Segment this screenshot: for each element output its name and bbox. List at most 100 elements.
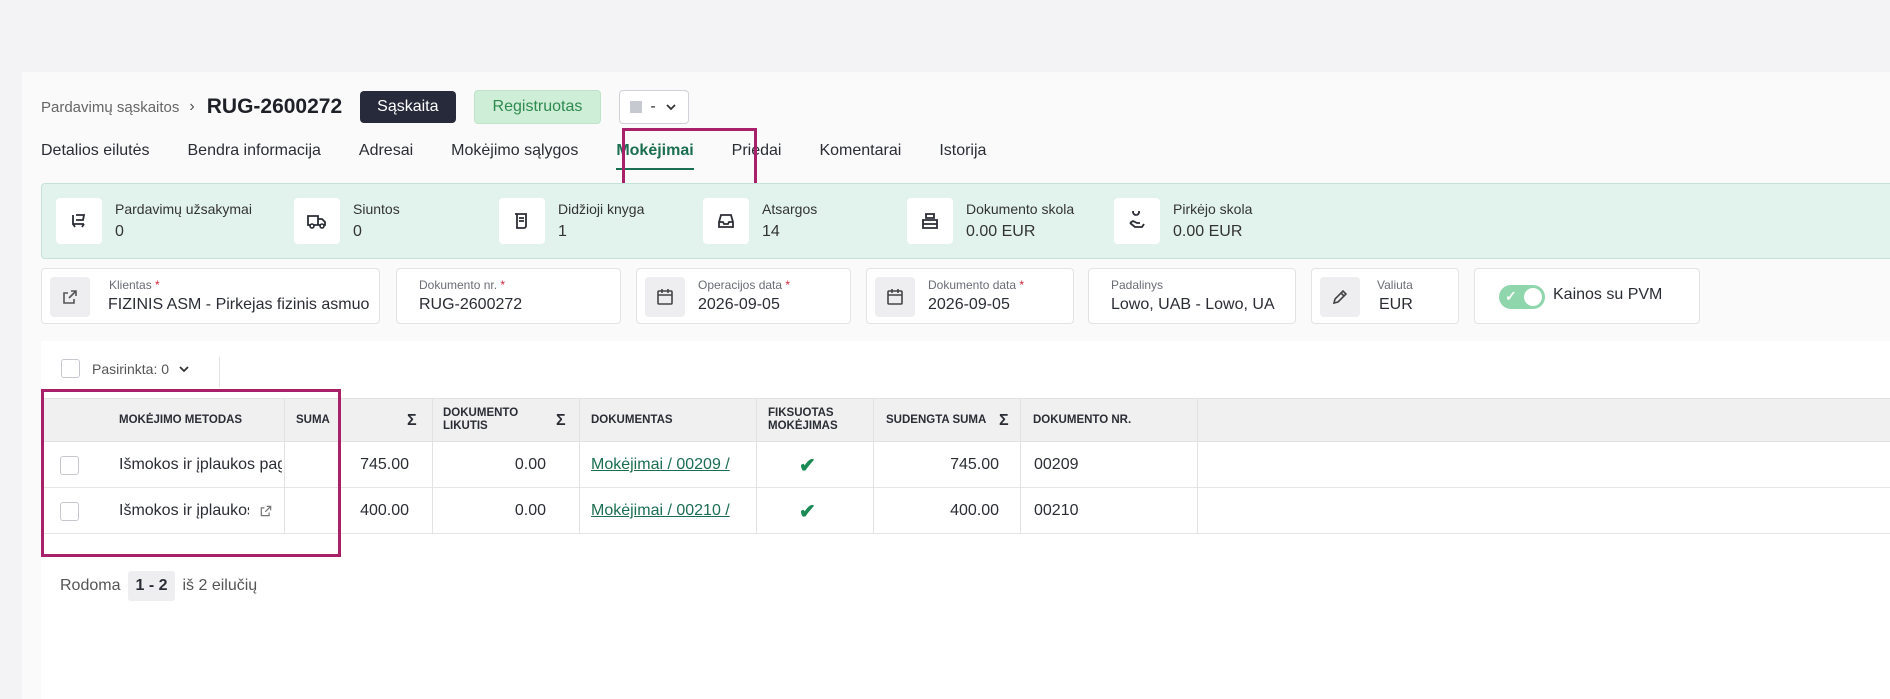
division-label: Padalinys bbox=[1111, 278, 1164, 292]
status-badge: Registruotas bbox=[473, 90, 602, 124]
col-header-fixed[interactable]: FIKSUOTAS MOKĖJIMAS bbox=[768, 399, 858, 441]
document-number-label: Dokumento nr. * bbox=[419, 278, 506, 292]
check-icon: ✔ bbox=[799, 454, 816, 477]
calendar-icon[interactable] bbox=[645, 277, 685, 317]
tab-history[interactable]: Istorija bbox=[939, 136, 986, 170]
stat-label: Didžioji knyga bbox=[558, 201, 645, 217]
stat-general-ledger[interactable]: Didžioji knyga 1 bbox=[499, 198, 644, 244]
cell-suma: 400.00 bbox=[360, 502, 409, 519]
stat-document-debt[interactable]: Dokumento skola 0.00 EUR bbox=[907, 198, 1074, 244]
tab-detail-lines[interactable]: Detalios eilutės bbox=[41, 136, 150, 170]
pagination-info: Rodoma 1 - 2 iš 2 eilučių bbox=[60, 571, 257, 601]
stat-label: Pirkėjo skola bbox=[1173, 201, 1253, 217]
chevron-right-icon: › bbox=[189, 98, 195, 115]
division-field[interactable]: Padalinys Lowo, UAB - Lowo, UAB bbox=[1088, 268, 1296, 324]
calendar-icon[interactable] bbox=[875, 277, 915, 317]
page-title: RUG-2600272 bbox=[206, 95, 343, 118]
cell-doc-no: 00210 bbox=[1034, 502, 1079, 519]
toggle-knob bbox=[1524, 288, 1542, 306]
column-divider bbox=[1020, 398, 1021, 534]
cash-register-icon bbox=[907, 198, 953, 244]
chevron-down-icon bbox=[666, 104, 676, 111]
column-divider bbox=[756, 398, 757, 534]
check-icon: ✓ bbox=[1505, 288, 1517, 304]
column-divider bbox=[432, 398, 433, 534]
stat-sales-orders[interactable]: Pardavimų užsakymai 0 bbox=[56, 198, 252, 244]
selection-control[interactable]: Pasirinkta: 0 bbox=[61, 359, 191, 378]
ledger-icon bbox=[499, 198, 545, 244]
client-label: Klientas * bbox=[109, 278, 160, 292]
stat-label: Pardavimų užsakymai bbox=[115, 201, 252, 217]
cell-remainder: 0.00 bbox=[514, 502, 546, 519]
currency-value[interactable]: EUR bbox=[1379, 296, 1413, 314]
tab-bar: Detalios eilutės Bendra informacija Adre… bbox=[41, 136, 1024, 170]
cell-remainder: 0.00 bbox=[514, 456, 546, 473]
stat-buyer-debt[interactable]: Pirkėjo skola 0.00 EUR bbox=[1114, 198, 1252, 244]
selected-count: Pasirinkta: 0 bbox=[92, 360, 170, 377]
client-value[interactable]: FIZINIS ASM - Pirkejas fizinis asmuo bbox=[108, 296, 370, 314]
cart-icon bbox=[56, 198, 102, 244]
pager-suffix: iš 2 eilučių bbox=[182, 577, 258, 594]
highlight-box-tab bbox=[622, 128, 757, 186]
breadcrumb[interactable]: Pardavimų sąskaitos bbox=[41, 99, 179, 116]
document-number-value[interactable]: RUG-2600272 bbox=[419, 296, 522, 314]
document-date-value[interactable]: 2026-09-05 bbox=[928, 296, 1010, 314]
column-divider bbox=[873, 398, 874, 534]
tab-payment-terms[interactable]: Mokėjimo sąlygos bbox=[451, 136, 578, 170]
sum-icon[interactable]: Σ bbox=[999, 399, 1009, 441]
col-header-document[interactable]: DOKUMENTAS bbox=[591, 399, 673, 441]
stat-value: 0.00 EUR bbox=[966, 223, 1036, 240]
header: Pardavimų sąskaitos › RUG-2600272 Sąskai… bbox=[41, 90, 689, 124]
division-value[interactable]: Lowo, UAB - Lowo, UAB bbox=[1111, 296, 1275, 314]
col-header-remainder[interactable]: DOKUMENTO LIKUTIS bbox=[443, 399, 533, 441]
stat-value: 0.00 EUR bbox=[1173, 223, 1243, 240]
column-divider bbox=[1197, 398, 1198, 534]
cell-document-link[interactable]: Mokėjimai / 00209 / bbox=[591, 442, 757, 488]
status-select[interactable]: - bbox=[619, 90, 689, 124]
stat-shipments[interactable]: Siuntos 0 bbox=[294, 198, 400, 244]
document-type-badge: Sąskaita bbox=[360, 91, 456, 123]
external-link-icon[interactable] bbox=[50, 277, 90, 317]
stat-label: Atsargos bbox=[762, 201, 818, 217]
tab-general-info[interactable]: Bendra informacija bbox=[188, 136, 321, 170]
document-date-field[interactable]: Dokumento data * 2026-09-05 bbox=[866, 268, 1074, 324]
stats-bar: Pardavimų užsakymai 0 Siuntos 0 Didžioji k… bbox=[41, 183, 1890, 259]
cell-settled: 745.00 bbox=[950, 456, 999, 473]
prices-vat-field: ✓ Kainos su PVM bbox=[1474, 268, 1700, 324]
stat-value: 0 bbox=[115, 223, 124, 240]
prices-vat-toggle[interactable]: ✓ bbox=[1499, 285, 1545, 309]
currency-field[interactable]: Valiuta EUR bbox=[1311, 268, 1459, 324]
tab-comments[interactable]: Komentarai bbox=[819, 136, 901, 170]
stat-label: Siuntos bbox=[353, 201, 400, 217]
highlight-box-table bbox=[41, 389, 341, 557]
status-select-value: - bbox=[650, 98, 656, 115]
stat-value: 14 bbox=[762, 223, 780, 240]
prices-vat-label: Kainos su PVM bbox=[1553, 286, 1663, 303]
col-header-settled[interactable]: SUDENGTA SUMA bbox=[886, 399, 986, 441]
document-date-label: Dokumento data * bbox=[928, 278, 1025, 292]
cell-document-link[interactable]: Mokėjimai / 00210 / bbox=[591, 488, 757, 534]
truck-icon bbox=[294, 198, 340, 244]
pager-prefix: Rodoma bbox=[60, 577, 121, 594]
document-number-field[interactable]: Dokumento nr. * RUG-2600272 bbox=[396, 268, 621, 324]
chevron-down-icon[interactable] bbox=[177, 362, 191, 376]
tab-addresses[interactable]: Adresai bbox=[359, 136, 413, 170]
stat-inventory[interactable]: Atsargos 14 bbox=[703, 198, 817, 244]
col-header-doc-no[interactable]: DOKUMENTO NR. bbox=[1033, 399, 1131, 441]
currency-label: Valiuta bbox=[1377, 278, 1413, 292]
pencil-icon[interactable] bbox=[1320, 277, 1360, 317]
hand-money-icon bbox=[1114, 198, 1160, 244]
operation-date-field[interactable]: Operacijos data * 2026-09-05 bbox=[636, 268, 851, 324]
divider bbox=[219, 357, 220, 387]
client-field[interactable]: Klientas * FIZINIS ASM - Pirkejas fizini… bbox=[41, 268, 380, 324]
select-all-checkbox[interactable] bbox=[61, 359, 80, 378]
sum-icon[interactable]: Σ bbox=[556, 399, 566, 441]
inbox-icon bbox=[703, 198, 749, 244]
cell-suma: 745.00 bbox=[360, 456, 409, 473]
operation-date-value[interactable]: 2026-09-05 bbox=[698, 296, 780, 314]
cell-settled: 400.00 bbox=[950, 502, 999, 519]
cell-doc-no: 00209 bbox=[1034, 456, 1079, 473]
pager-range: 1 - 2 bbox=[128, 571, 175, 601]
sum-icon[interactable]: Σ bbox=[407, 399, 417, 441]
stat-label: Dokumento skola bbox=[966, 201, 1075, 217]
